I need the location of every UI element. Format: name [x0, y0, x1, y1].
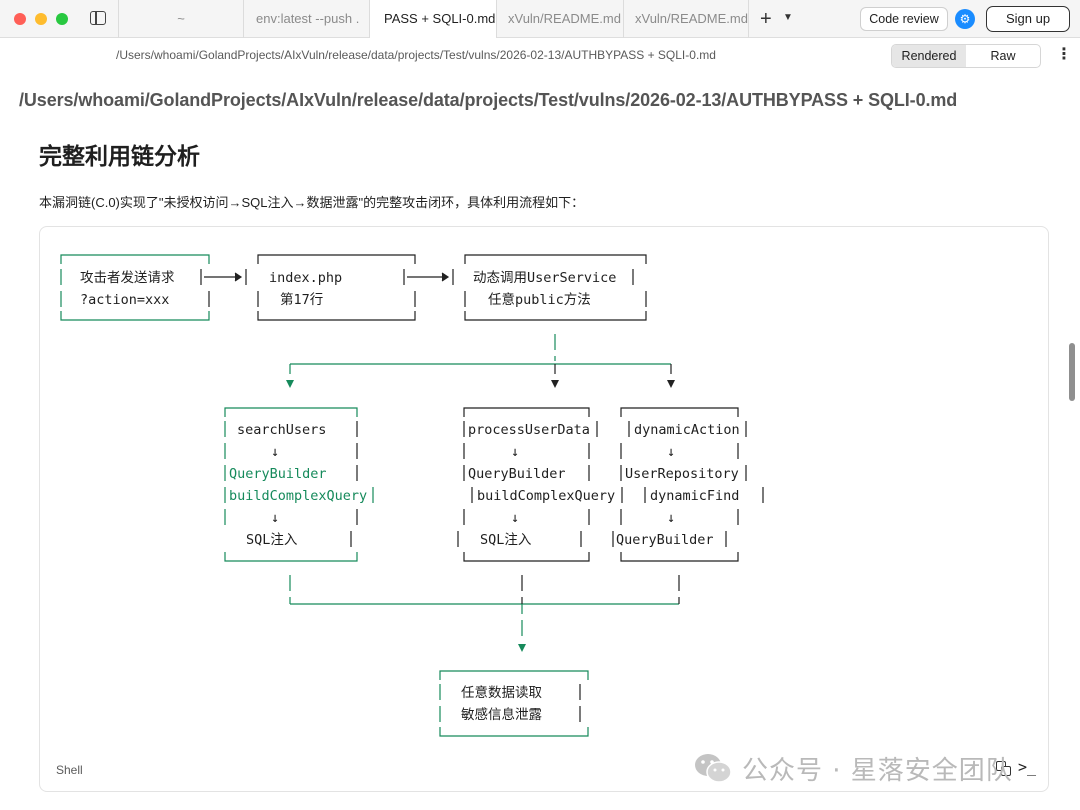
branch2-line-3: QueryBuilder [468, 466, 566, 482]
intro-paragraph: 本漏洞链(C.0)实现了"未授权访问→SQL注入→数据泄露"的完整攻击闭环，具体… [39, 195, 585, 210]
branch1-line-3: QueryBuilder [229, 466, 327, 482]
app-window: ~ env:latest --push . PASS + SQLI-0.md x… [0, 0, 1080, 810]
code-review-button[interactable]: Code review [860, 7, 948, 31]
index-line-2: 第17行 [280, 291, 323, 308]
tab-readme-1[interactable]: xVuln/README.md [498, 0, 623, 38]
exploit-chain-diagram: 攻击者发送请求 ?action=xxx index.php 第17行 动态调用U… [60, 254, 764, 737]
sign-up-button[interactable]: Sign up [986, 6, 1070, 32]
more-options-icon[interactable]: ⋮ [1056, 46, 1072, 64]
code-language-label: Shell [56, 763, 83, 777]
new-tab-icon[interactable]: + [760, 9, 772, 29]
title-bar: ~ env:latest --push . PASS + SQLI-0.md x… [0, 0, 1080, 38]
branch2-line-5: ↓ [511, 510, 519, 526]
dispatch-line-1: 动态调用UserService [473, 270, 616, 286]
branch1-line-6: SQL注入 [246, 532, 298, 548]
close-window-button[interactable] [14, 13, 26, 25]
watermark-text: 公众号 · 星落安全团队 [742, 756, 1013, 786]
terminal-icon[interactable]: >_ [1018, 758, 1036, 776]
branch2-line-1: processUserData [468, 422, 590, 438]
branch2-line-4: buildComplexQuery [477, 488, 615, 504]
raw-view-button[interactable]: Raw [966, 45, 1040, 67]
attacker-box [60, 254, 210, 321]
code-block: 攻击者发送请求 ?action=xxx index.php 第17行 动态调用U… [39, 226, 1049, 792]
tab-docker-push[interactable]: env:latest --push . [244, 0, 369, 38]
tab-home[interactable]: ~ [119, 0, 243, 38]
branch3-line-6: QueryBuilder [616, 532, 714, 548]
result-line-1: 任意数据读取 [461, 684, 542, 701]
index-line-1: index.php [269, 270, 342, 286]
branch3-line-5: ↓ [667, 510, 675, 526]
branch3-line-4: dynamicFind [650, 488, 739, 504]
result-line-2: 敏感信息泄露 [461, 706, 542, 723]
attacker-line-1: 攻击者发送请求 [80, 270, 175, 286]
tab-divider [748, 0, 749, 38]
gear-icon[interactable]: ⚙ [955, 9, 975, 29]
rendered-view-button[interactable]: Rendered [892, 45, 966, 67]
scrollbar-thumb[interactable] [1069, 343, 1075, 401]
branch1-line-4: buildComplexQuery [229, 488, 367, 504]
branch3-line-2: ↓ [667, 444, 675, 460]
branch1-line-2: ↓ [271, 444, 279, 460]
zoom-window-button[interactable] [56, 13, 68, 25]
branch2-line-6: SQL注入 [480, 532, 532, 548]
document-path-heading: /Users/whoami/GolandProjects/AIxVuln/rel… [19, 90, 958, 110]
result-arrow [518, 644, 526, 652]
branch3-line-3: UserRepository [625, 466, 739, 482]
result-box [439, 670, 589, 737]
branch-arrows [286, 380, 675, 388]
wechat-icon [695, 754, 732, 783]
branch2-line-2: ↓ [511, 444, 519, 460]
view-mode-toggle: Rendered Raw [891, 44, 1041, 68]
branch1-line-5: ↓ [271, 510, 279, 526]
file-path: /Users/whoami/GolandProjects/AIxVuln/rel… [116, 48, 716, 62]
branch3-line-1: dynamicAction [634, 422, 740, 438]
branch1-line-1: searchUsers [237, 422, 326, 438]
tab-authbypass-sqli[interactable]: PASS + SQLI-0.md [369, 0, 497, 38]
dispatch-line-2: 任意public方法 [488, 291, 591, 308]
attacker-line-2: ?action=xxx [80, 292, 169, 308]
chevron-down-icon[interactable]: ▼ [783, 12, 793, 23]
minimize-window-button[interactable] [35, 13, 47, 25]
sidebar-toggle-icon[interactable] [90, 11, 106, 25]
section-title: 完整利用链分析 [39, 143, 200, 169]
tab-readme-2[interactable]: xVuln/README.md [624, 0, 748, 38]
